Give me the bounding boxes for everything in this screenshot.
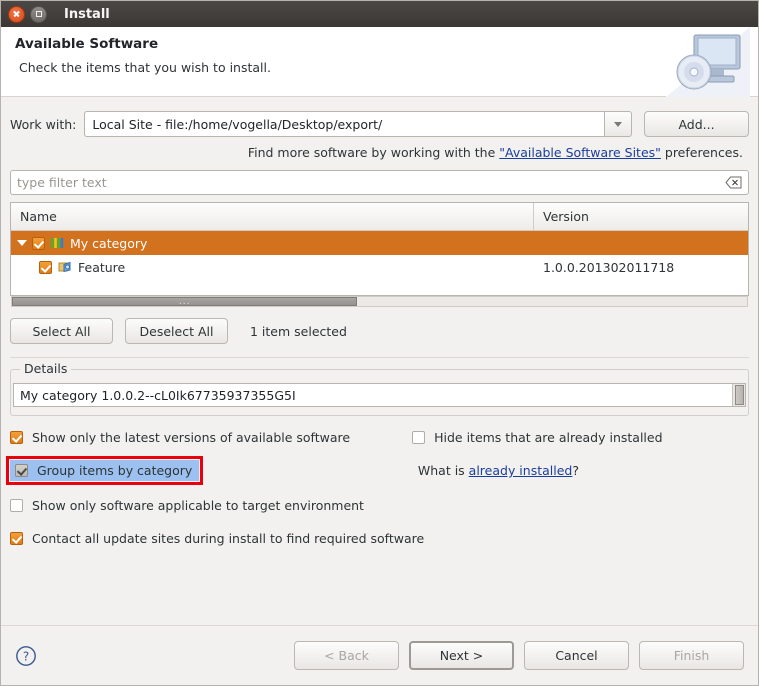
scrollbar-thumb[interactable]: ... xyxy=(12,297,358,307)
dialog-body: Work with: Local Site - file:/home/vogel… xyxy=(1,111,758,550)
next-button[interactable]: Next > xyxy=(409,641,514,670)
dialog-banner: Available Software Check the items that … xyxy=(1,27,758,97)
filter-placeholder[interactable]: type filter text xyxy=(17,175,725,190)
title-bar: Install xyxy=(1,1,758,27)
page-subtitle: Check the items that you wish to install… xyxy=(19,60,271,75)
deselect-all-button[interactable]: Deselect All xyxy=(125,318,228,344)
checkbox[interactable] xyxy=(10,499,23,512)
checkbox[interactable] xyxy=(15,464,28,477)
row-checkbox[interactable] xyxy=(32,236,45,250)
back-button[interactable]: < Back xyxy=(294,641,399,670)
dialog-footer: ? < Back Next > Cancel Finish xyxy=(1,625,758,685)
footer-buttons: < Back Next > Cancel Finish xyxy=(284,641,744,670)
option-contact-update-sites[interactable]: Contact all update sites during install … xyxy=(10,531,424,546)
select-all-button[interactable]: Select All xyxy=(10,318,113,344)
row-name: Feature xyxy=(78,259,126,275)
column-header-name[interactable]: Name xyxy=(11,203,534,230)
table-header: Name Version xyxy=(11,203,748,231)
available-software-sites-link[interactable]: "Available Software Sites" xyxy=(499,145,661,160)
close-icon[interactable] xyxy=(8,5,25,23)
selection-status: 1 item selected xyxy=(250,323,347,339)
details-field[interactable]: My category 1.0.0.2--cL0Ik67735937355G5I xyxy=(13,383,746,407)
computer-disc-icon xyxy=(666,27,750,97)
group-by-category-highlight: Group items by category xyxy=(6,456,204,485)
hint-suffix: preferences. xyxy=(660,145,743,160)
row-name: My category xyxy=(70,235,148,251)
checkbox[interactable] xyxy=(412,431,426,444)
details-text: My category 1.0.0.2--cL0Ik67735937355G5I xyxy=(20,387,296,403)
options-row-2: Group items by category What is already … xyxy=(6,456,749,485)
table-row[interactable]: Feature 1.0.0.201302011718 xyxy=(11,255,748,279)
add-button[interactable]: Add... xyxy=(644,111,749,137)
available-sites-hint: Find more software by working with the "… xyxy=(10,145,749,160)
selection-controls: Select All Deselect All 1 item selected xyxy=(10,318,749,344)
option-group-by-category[interactable]: Group items by category xyxy=(10,460,200,481)
window-title: Install xyxy=(64,6,110,22)
checkbox[interactable] xyxy=(10,532,23,545)
table-row[interactable]: My category xyxy=(11,231,748,255)
option-label: Show only software applicable to target … xyxy=(32,498,364,513)
work-with-value[interactable]: Local Site - file:/home/vogella/Desktop/… xyxy=(84,111,604,137)
details-scrollbar[interactable] xyxy=(732,384,745,406)
options-row-4: Contact all update sites during install … xyxy=(10,527,749,550)
category-icon xyxy=(51,238,64,248)
maximize-icon[interactable] xyxy=(30,5,47,23)
work-with-combo[interactable]: Local Site - file:/home/vogella/Desktop/… xyxy=(84,111,632,137)
option-hide-installed[interactable]: Hide items that are already installed xyxy=(412,430,663,445)
option-label: Show only the latest versions of availab… xyxy=(32,430,351,445)
help-icon[interactable]: ? xyxy=(15,645,37,667)
row-version: 1.0.0.201302011718 xyxy=(543,259,675,275)
software-table[interactable]: Name Version My category Feature 1.0.0.2… xyxy=(10,202,749,307)
work-with-row: Work with: Local Site - file:/home/vogel… xyxy=(10,111,749,137)
feature-icon xyxy=(58,261,71,273)
options-row-1: Show only the latest versions of availab… xyxy=(10,426,749,449)
filter-input[interactable]: type filter text xyxy=(10,170,749,195)
what-is-suffix: ? xyxy=(572,463,579,478)
checkbox[interactable] xyxy=(10,431,23,444)
details-group: Details My category 1.0.0.2--cL0Ik677359… xyxy=(10,361,749,416)
what-is-prefix: What is xyxy=(417,463,469,478)
hint-prefix: Find more software by working with the xyxy=(247,145,500,160)
column-header-version[interactable]: Version xyxy=(534,203,748,230)
page-title: Available Software xyxy=(15,36,159,52)
what-is-installed: What is already installed? xyxy=(418,463,749,478)
options-row-3: Show only software applicable to target … xyxy=(10,494,749,517)
already-installed-link[interactable]: already installed xyxy=(469,463,573,478)
chevron-down-icon[interactable] xyxy=(604,111,632,137)
option-label: Hide items that are already installed xyxy=(434,430,663,445)
option-show-latest-versions[interactable]: Show only the latest versions of availab… xyxy=(10,430,350,445)
expand-triangle-icon[interactable] xyxy=(17,240,27,246)
option-label: Group items by category xyxy=(37,463,193,478)
work-with-label: Work with: xyxy=(10,116,77,132)
clear-field-icon[interactable] xyxy=(725,176,742,189)
option-target-environment[interactable]: Show only software applicable to target … xyxy=(10,498,364,513)
install-dialog: Install Available Software Check the ite… xyxy=(0,0,759,686)
details-label: Details xyxy=(20,361,72,376)
finish-button[interactable]: Finish xyxy=(639,641,744,670)
options-section: Show only the latest versions of availab… xyxy=(6,426,749,550)
what-is-text: What is already installed? xyxy=(418,463,579,478)
option-label: Contact all update sites during install … xyxy=(32,531,425,546)
row-checkbox[interactable] xyxy=(39,260,52,274)
svg-text:?: ? xyxy=(23,649,29,663)
horizontal-scrollbar[interactable]: ... xyxy=(11,296,748,307)
divider xyxy=(10,357,749,358)
cancel-button[interactable]: Cancel xyxy=(524,641,629,670)
